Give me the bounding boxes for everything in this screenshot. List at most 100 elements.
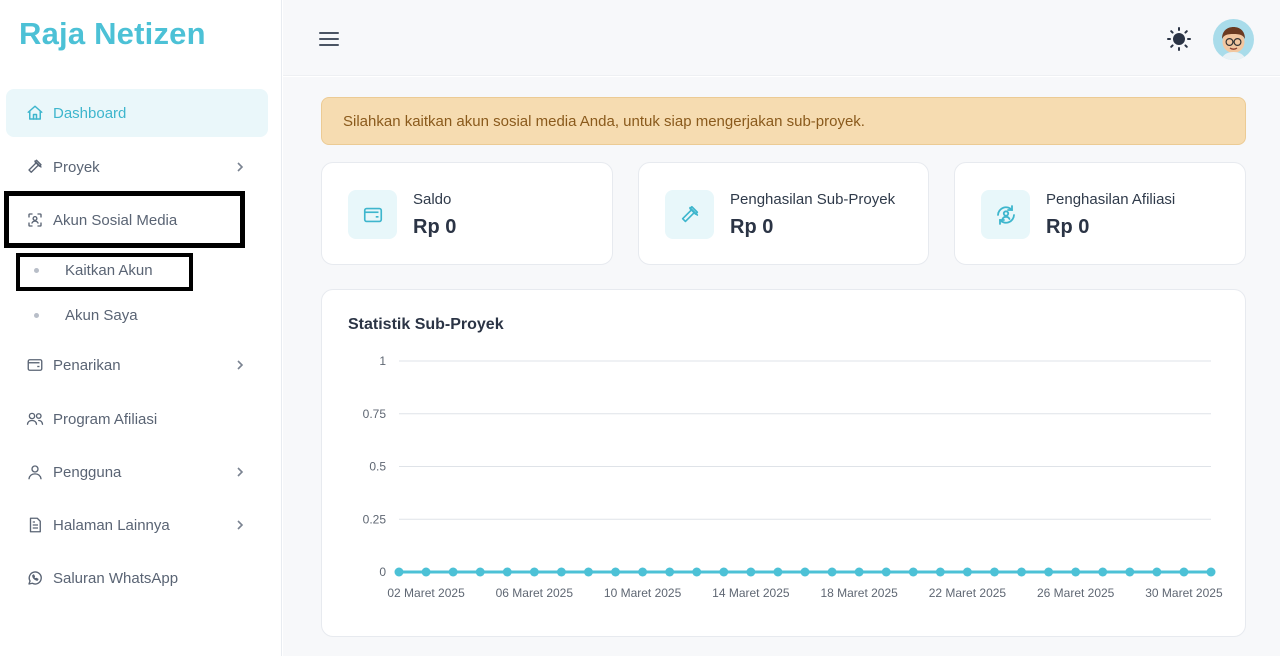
data-point bbox=[773, 567, 783, 577]
x-tick-label: 14 Maret 2025 bbox=[712, 586, 790, 600]
bullet-dot bbox=[34, 313, 39, 318]
sidebar-item-saluran-whatsapp[interactable]: Saluran WhatsApp bbox=[6, 554, 268, 602]
data-point bbox=[908, 567, 918, 577]
sidebar-item-halaman-lainnya[interactable]: Halaman Lainnya bbox=[6, 501, 268, 549]
data-point bbox=[556, 567, 566, 577]
alert-text: Silahkan kaitkan akun sosial media Anda,… bbox=[343, 112, 865, 130]
file-icon bbox=[25, 515, 45, 535]
sun-icon[interactable] bbox=[1167, 27, 1191, 51]
data-point bbox=[1152, 567, 1162, 577]
data-point bbox=[746, 567, 756, 577]
data-point bbox=[448, 567, 458, 577]
users-icon bbox=[25, 409, 45, 429]
sidebar-item-label: Dashboard bbox=[53, 104, 127, 122]
sidebar: Raja Netizen Dashboard Proyek Akun Sosia… bbox=[0, 0, 282, 656]
x-tick-label: 30 Maret 2025 bbox=[1145, 586, 1223, 600]
sidebar-item-label: Pengguna bbox=[53, 463, 122, 481]
refresh-user-icon bbox=[981, 190, 1030, 239]
avatar[interactable] bbox=[1213, 19, 1254, 60]
wallet-icon bbox=[348, 190, 397, 239]
stat-label: Penghasilan Afiliasi bbox=[1046, 191, 1176, 208]
home-icon bbox=[25, 103, 45, 123]
sidebar-item-dashboard[interactable]: Dashboard bbox=[6, 89, 268, 137]
stat-value: Rp 0 bbox=[1046, 216, 1090, 238]
data-point bbox=[881, 567, 891, 577]
y-tick-label: 0.25 bbox=[363, 512, 387, 526]
data-point bbox=[611, 567, 621, 577]
data-point bbox=[1206, 567, 1216, 577]
x-tick-label: 22 Maret 2025 bbox=[929, 586, 1007, 600]
user-scan-icon bbox=[25, 210, 45, 230]
user-icon bbox=[25, 462, 45, 482]
x-tick-label: 18 Maret 2025 bbox=[820, 586, 898, 600]
sidebar-item-label: Program Afiliasi bbox=[53, 410, 158, 428]
sidebar-item-proyek[interactable]: Proyek bbox=[6, 143, 268, 191]
stat-value: Rp 0 bbox=[413, 216, 457, 238]
data-point bbox=[854, 567, 864, 577]
stat-card-penghasilan-afiliasi: Penghasilan Afiliasi Rp 0 bbox=[954, 162, 1246, 265]
sidebar-item-label: Penarikan bbox=[53, 356, 121, 374]
stat-card-penghasilan-sub-proyek: Penghasilan Sub-Proyek Rp 0 bbox=[638, 162, 929, 265]
data-point bbox=[1098, 567, 1108, 577]
stat-label: Penghasilan Sub-Proyek bbox=[730, 191, 896, 208]
data-point bbox=[475, 567, 485, 577]
data-point bbox=[394, 567, 404, 577]
x-tick-label: 02 Maret 2025 bbox=[387, 586, 465, 600]
data-point bbox=[962, 567, 972, 577]
sidebar-item-label: Halaman Lainnya bbox=[53, 516, 170, 534]
data-point bbox=[692, 567, 702, 577]
sidebar-item-label: Saluran WhatsApp bbox=[53, 569, 179, 587]
data-point bbox=[800, 567, 810, 577]
sidebar-subitem-label: Akun Saya bbox=[65, 306, 138, 324]
data-point bbox=[719, 567, 729, 577]
x-tick-label: 26 Maret 2025 bbox=[1037, 586, 1115, 600]
data-point bbox=[1125, 567, 1135, 577]
sidebar-item-label: Akun Sosial Media bbox=[53, 211, 178, 229]
wallet-icon bbox=[25, 355, 45, 375]
data-point bbox=[583, 567, 593, 577]
stat-label: Saldo bbox=[413, 191, 452, 208]
hammer-icon bbox=[25, 157, 45, 177]
data-point bbox=[502, 567, 512, 577]
sidebar-item-pengguna[interactable]: Pengguna bbox=[6, 448, 268, 496]
data-point bbox=[1071, 567, 1081, 577]
y-tick-label: 0.75 bbox=[363, 407, 387, 421]
x-tick-label: 06 Maret 2025 bbox=[496, 586, 574, 600]
sidebar-subitem-akun-saya[interactable]: Akun Saya bbox=[6, 297, 268, 333]
sidebar-item-label: Proyek bbox=[53, 158, 100, 176]
bullet-dot bbox=[34, 268, 39, 273]
data-point bbox=[1179, 567, 1189, 577]
topbar bbox=[283, 0, 1280, 76]
chevron-right-icon bbox=[237, 467, 244, 477]
stat-card-saldo: Saldo Rp 0 bbox=[321, 162, 613, 265]
data-point bbox=[935, 567, 945, 577]
hammer-icon bbox=[665, 190, 714, 239]
data-point bbox=[1017, 567, 1027, 577]
data-point bbox=[421, 567, 431, 577]
data-point bbox=[665, 567, 675, 577]
sidebar-item-akun-sosial-media[interactable]: Akun Sosial Media bbox=[6, 196, 268, 244]
brand-logo[interactable]: Raja Netizen bbox=[19, 16, 206, 52]
y-tick-label: 0.5 bbox=[369, 460, 386, 474]
sidebar-item-penarikan[interactable]: Penarikan bbox=[6, 341, 268, 389]
y-tick-label: 0 bbox=[379, 565, 386, 579]
sidebar-subitem-kaitkan-akun[interactable]: Kaitkan Akun bbox=[6, 252, 268, 288]
line-chart: 0 0.25 0.5 0.75 1 02 Maret 2025 06 Maret 2025 1… bbox=[363, 354, 1223, 600]
chart-card: Statistik Sub-Proyek 0 0.25 0.5 0.75 1 02 Mar… bbox=[321, 289, 1246, 637]
data-point bbox=[989, 567, 999, 577]
data-point bbox=[1044, 567, 1054, 577]
chevron-right-icon bbox=[237, 520, 244, 530]
y-tick-label: 1 bbox=[379, 354, 386, 368]
alert-banner: Silahkan kaitkan akun sosial media Anda,… bbox=[321, 97, 1246, 145]
data-point bbox=[827, 567, 837, 577]
data-point bbox=[529, 567, 539, 577]
chevron-right-icon bbox=[237, 162, 244, 172]
hamburger-icon[interactable] bbox=[319, 30, 339, 48]
stat-value: Rp 0 bbox=[730, 216, 774, 238]
whatsapp-icon bbox=[25, 568, 45, 588]
sidebar-item-program-afiliasi[interactable]: Program Afiliasi bbox=[6, 395, 268, 443]
x-tick-label: 10 Maret 2025 bbox=[604, 586, 682, 600]
sidebar-subitem-label: Kaitkan Akun bbox=[65, 261, 153, 279]
chevron-right-icon bbox=[237, 360, 244, 370]
data-point bbox=[638, 567, 648, 577]
